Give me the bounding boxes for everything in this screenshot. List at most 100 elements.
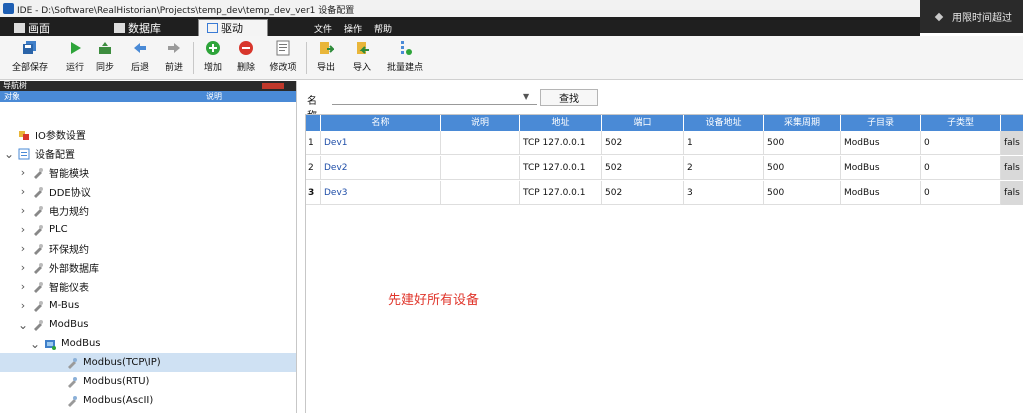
table-cell[interactable]: 0: [921, 131, 1001, 155]
table-cell[interactable]: [441, 181, 520, 205]
table-cell[interactable]: 0: [921, 156, 1001, 180]
tab-screen[interactable]: 画面: [14, 20, 50, 36]
column-header[interactable]: 名称: [321, 115, 441, 131]
tree-item[interactable]: › 智能模块: [0, 163, 296, 182]
table-cell[interactable]: fals: [1001, 156, 1023, 180]
table-cell[interactable]: 502: [602, 156, 684, 180]
table-cell[interactable]: 502: [602, 181, 684, 205]
table-cell[interactable]: TCP 127.0.0.1: [520, 181, 602, 205]
save-all-label: 全部保存: [11, 63, 48, 73]
modbus-device-icon: [45, 339, 56, 350]
search-button[interactable]: 查找: [540, 89, 598, 106]
trial-banner[interactable]: 用限时间超过: [920, 0, 1023, 33]
tree-item-label: Modbus(RTU): [83, 376, 150, 387]
protocol-icon: [68, 357, 77, 369]
tree-item[interactable]: Modbus(RTU): [0, 372, 296, 391]
plugin-icon: [34, 167, 43, 179]
tree-item[interactable]: › 智能仪表: [0, 277, 296, 296]
table-cell[interactable]: 2: [684, 156, 764, 180]
forward-button[interactable]: 前进: [155, 40, 193, 73]
device-config-icon: [18, 148, 30, 159]
table-cell[interactable]: TCP 127.0.0.1: [520, 131, 602, 155]
table-cell[interactable]: 0: [921, 181, 1001, 205]
delete-button[interactable]: 删除: [227, 40, 265, 73]
tree-item[interactable]: › DDE协议: [0, 182, 296, 201]
menu-help[interactable]: 帮助: [374, 22, 392, 35]
table-cell[interactable]: 502: [602, 131, 684, 155]
device-table: 名称 说明 地址 端口 设备地址 采集周期 子目录 子类型 1 Dev1 TCP 127.0.0.1…: [305, 114, 1023, 413]
save-all-button[interactable]: 全部保存: [11, 40, 49, 73]
chevron-right-icon[interactable]: ›: [18, 299, 28, 312]
plugin-icon: [34, 186, 43, 198]
column-header[interactable]: 说明: [441, 115, 520, 131]
table-cell[interactable]: Dev3: [321, 181, 441, 205]
tree-item[interactable]: IO参数设置: [0, 125, 296, 144]
chevron-down-icon[interactable]: ▼: [523, 92, 529, 101]
tab-driver[interactable]: 驱动: [198, 19, 268, 36]
tree-item[interactable]: › 电力规约: [0, 201, 296, 220]
tab-database[interactable]: 数据库: [114, 20, 161, 36]
chevron-right-icon[interactable]: ›: [18, 280, 28, 293]
tree-item[interactable]: › 外部数据库: [0, 258, 296, 277]
import-button[interactable]: 导入: [343, 40, 381, 73]
table-row[interactable]: 1 Dev1 TCP 127.0.0.1 502 1 500 ModBus 0 fals: [306, 131, 1023, 155]
menu-operation[interactable]: 操作: [344, 22, 362, 35]
chevron-down-icon[interactable]: ⌄: [4, 147, 14, 161]
column-header[interactable]: 设备地址: [684, 115, 764, 131]
chevron-right-icon[interactable]: ›: [18, 166, 28, 179]
tree-item[interactable]: › PLC: [0, 220, 296, 239]
table-cell[interactable]: [441, 131, 520, 155]
chevron-right-icon[interactable]: ›: [18, 204, 28, 217]
menu-file[interactable]: 文件: [314, 22, 332, 35]
column-header[interactable]: 子目录: [841, 115, 921, 131]
table-cell[interactable]: 3: [684, 181, 764, 205]
protocol-icon: [68, 395, 77, 407]
table-cell[interactable]: 500: [764, 131, 841, 155]
table-cell[interactable]: ModBus: [841, 181, 921, 205]
name-search-combobox[interactable]: [332, 90, 537, 105]
tree-item[interactable]: › 环保规约: [0, 239, 296, 258]
tree-item[interactable]: Modbus(AscII): [0, 391, 296, 410]
table-cell[interactable]: ModBus: [841, 131, 921, 155]
nav-col-description[interactable]: 说明: [206, 91, 222, 102]
table-row[interactable]: 2 Dev2 TCP 127.0.0.1 502 2 500 ModBus 0 fals: [306, 156, 1023, 180]
batch-create-button[interactable]: 批量建点: [386, 40, 424, 73]
export-button[interactable]: 导出: [307, 40, 345, 73]
table-row[interactable]: 3 Dev3 TCP 127.0.0.1 502 3 500 ModBus 0 fals: [306, 181, 1023, 205]
tree-item[interactable]: ⌄ ModBus: [0, 334, 296, 353]
table-cell[interactable]: ModBus: [841, 156, 921, 180]
column-header[interactable]: 子类型: [921, 115, 1001, 131]
table-cell[interactable]: [441, 156, 520, 180]
table-cell[interactable]: Dev2: [321, 156, 441, 180]
column-header[interactable]: 地址: [520, 115, 602, 131]
tree-item[interactable]: ⌄ ModBus: [0, 315, 296, 334]
column-header[interactable]: [306, 115, 321, 131]
back-button[interactable]: 后退: [121, 40, 159, 73]
column-header[interactable]: 端口: [602, 115, 684, 131]
tree-item[interactable]: Modbus(TCP\IP): [0, 353, 296, 372]
tree-item[interactable]: › M-Bus: [0, 296, 296, 315]
table-cell[interactable]: 500: [764, 181, 841, 205]
table-cell[interactable]: fals: [1001, 131, 1023, 155]
save-all-icon: [23, 41, 36, 54]
chevron-down-icon[interactable]: ⌄: [30, 337, 40, 351]
table-cell[interactable]: TCP 127.0.0.1: [520, 156, 602, 180]
chevron-right-icon[interactable]: ›: [18, 242, 28, 255]
chevron-right-icon[interactable]: ›: [18, 261, 28, 274]
table-cell[interactable]: 1: [684, 131, 764, 155]
chevron-right-icon[interactable]: ›: [18, 185, 28, 198]
table-cell[interactable]: Dev1: [321, 131, 441, 155]
chevron-right-icon[interactable]: ›: [18, 223, 28, 236]
column-header[interactable]: [1001, 115, 1023, 131]
chevron-down-icon[interactable]: ⌄: [18, 318, 28, 332]
table-cell[interactable]: 500: [764, 156, 841, 180]
column-header[interactable]: 采集周期: [764, 115, 841, 131]
sync-button[interactable]: 同步: [86, 40, 124, 73]
edit-button[interactable]: 修改项: [264, 40, 302, 73]
nav-col-object[interactable]: 对象: [4, 91, 20, 102]
tree-item[interactable]: ⌄ 设备配置: [0, 144, 296, 163]
close-icon[interactable]: [262, 83, 284, 89]
table-cell[interactable]: fals: [1001, 181, 1023, 205]
trial-banner-text: 用限时间超过: [952, 13, 1012, 24]
row-number: 3: [306, 181, 321, 205]
